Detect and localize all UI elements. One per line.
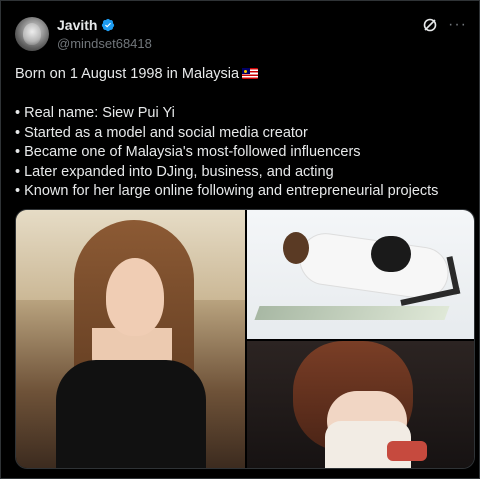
author-name-row: Javith <box>57 17 115 33</box>
photo-top <box>56 360 206 468</box>
post-text-line: • Became one of Malaysia's most-followed… <box>15 144 361 160</box>
post-text-line: • Known for her large online following a… <box>15 183 439 199</box>
verified-badge-icon <box>101 18 115 32</box>
media-photo-2[interactable] <box>247 210 474 339</box>
post-text: Born on 1 August 1998 in Malaysia • Real… <box>15 65 467 202</box>
malaysia-flag-icon <box>242 68 259 79</box>
author-avatar[interactable] <box>15 17 49 51</box>
media-photo-1[interactable] <box>16 210 245 468</box>
author-display-name[interactable]: Javith <box>57 17 97 33</box>
media-photo-3[interactable] <box>247 341 474 468</box>
birth-line: Born on 1 August 1998 in Malaysia <box>15 66 240 82</box>
photo-ribbon <box>387 441 427 461</box>
post-top-actions: ··· <box>422 17 467 33</box>
post-text-gap <box>15 85 467 105</box>
grok-icon[interactable] <box>422 17 438 33</box>
post-text-line: • Later expanded into DJing, business, a… <box>15 163 334 180</box>
post-text-line: • Real name: Siew Pui Yi <box>15 105 175 121</box>
post-card[interactable]: Javith @mindset68418 ··· Born on 1 Augus… <box>0 0 480 479</box>
photo-head <box>283 232 309 264</box>
photo-desk <box>254 306 450 320</box>
post-text-line: • Started as a model and social media cr… <box>15 124 308 141</box>
photo-face <box>106 258 164 336</box>
author-handle[interactable]: @mindset68418 <box>57 36 152 51</box>
media-grid <box>15 209 475 469</box>
post-text-line: Born on 1 August 1998 in Malaysia <box>15 65 467 85</box>
more-icon[interactable]: ··· <box>448 17 467 33</box>
